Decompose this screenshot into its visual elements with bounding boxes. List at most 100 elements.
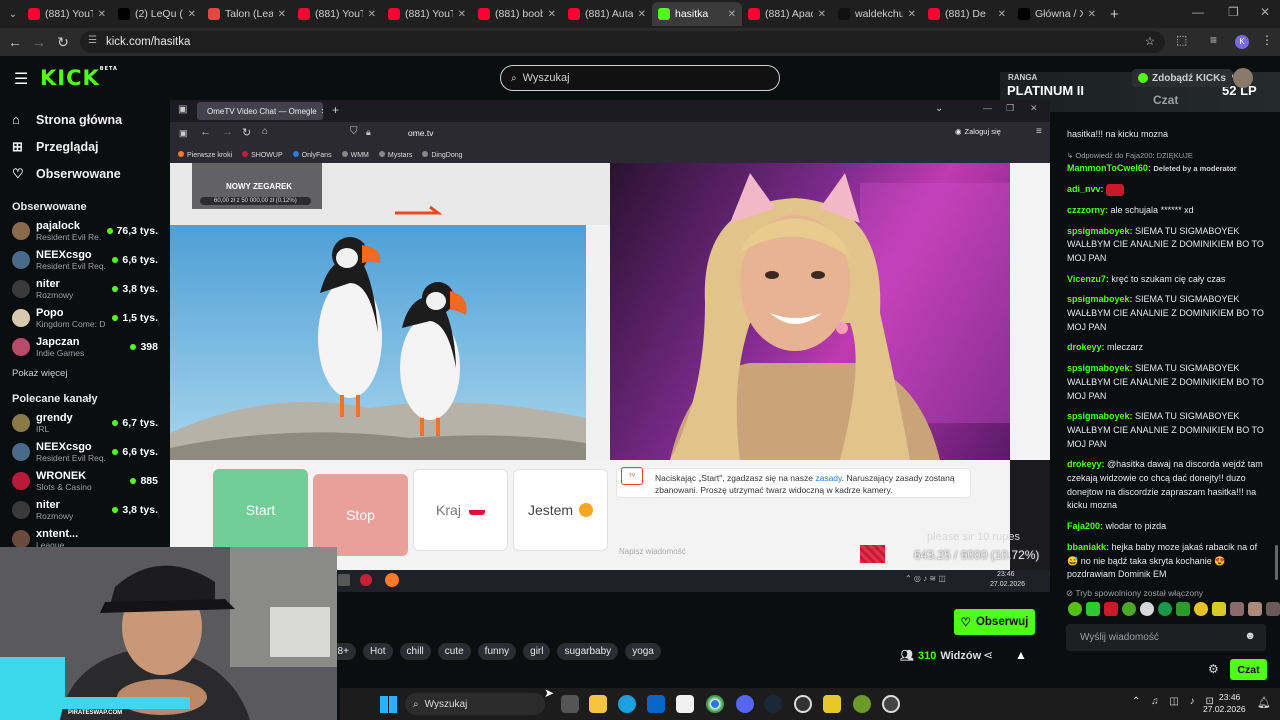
task-view-icon[interactable] <box>561 695 579 713</box>
chat-settings-icon[interactable]: ⚙ <box>1208 662 1219 676</box>
emote-icon[interactable] <box>1266 602 1280 616</box>
stream-player[interactable]: ▣ OmeTV Video Chat — Omegle ✕ + ⌄ — ❐ ✕ … <box>170 100 1050 570</box>
browser-tab[interactable]: (881) De ✕ <box>922 2 1012 26</box>
chrome-icon[interactable] <box>706 695 724 713</box>
app2-icon[interactable] <box>853 695 871 713</box>
stream-tag[interactable]: chill <box>399 643 431 660</box>
outlook-icon[interactable] <box>647 695 665 713</box>
emote-icon[interactable] <box>1230 602 1244 616</box>
chat-send-button[interactable]: Czat <box>1230 659 1267 680</box>
browser-tab[interactable]: (881) YouTu ✕ <box>382 2 472 26</box>
sidebar-channel[interactable]: Popo Kingdom Come: D... 1,5 tys. <box>0 303 170 332</box>
chat-username[interactable]: MammonToCwel60: <box>1067 163 1151 173</box>
store-icon[interactable] <box>676 695 694 713</box>
bookmark-star-icon[interactable]: ☆ <box>1145 34 1155 48</box>
browser-tab[interactable]: (881) YouTu ✕ <box>22 2 112 26</box>
emoji-picker-icon[interactable]: ☻ <box>1244 630 1256 642</box>
sidebar-channel[interactable]: NEEXcsgo Resident Evil Req... 6,6 tys. <box>0 437 170 466</box>
sidebar-nav-item[interactable]: ⌂ Strona główna <box>0 106 170 133</box>
steam-icon[interactable] <box>764 695 782 713</box>
browser-tab[interactable]: waldekchuje ✕ <box>832 2 922 26</box>
sidebar-channel[interactable]: pajalock Resident Evil Re... 76,3 tys. <box>0 216 170 245</box>
app3-icon[interactable] <box>882 695 900 713</box>
emote-icon[interactable] <box>1068 602 1082 616</box>
windows-start-icon[interactable] <box>380 696 397 713</box>
emote-icon[interactable] <box>1158 602 1172 616</box>
sidebar-nav-item[interactable]: ⊞ Przeglądaj <box>0 133 170 160</box>
emote-icon[interactable] <box>1140 602 1154 616</box>
site-info-icon[interactable]: ☰ <box>88 35 97 46</box>
stream-tag[interactable]: girl <box>523 643 551 660</box>
chat-username[interactable]: spsigmaboyek: <box>1067 294 1133 304</box>
obs-icon[interactable] <box>794 695 812 713</box>
emote-icon[interactable] <box>1122 602 1136 616</box>
notification-bell-icon[interactable]: 🔔︎ <box>1257 696 1271 709</box>
kick-search-input[interactable]: ⌕ Wyszukaj <box>500 65 780 91</box>
browser-tab[interactable]: Talon (Leagu ✕ <box>202 2 292 26</box>
browser-tab[interactable]: (2) LeQu (@ ✕ <box>112 2 202 26</box>
emote-icon[interactable] <box>1086 602 1100 616</box>
tab-close-icon[interactable]: ✕ <box>98 9 106 20</box>
sidebar-channel[interactable]: grendy IRL 6,7 tys. <box>0 408 170 437</box>
tab-close-icon[interactable]: ✕ <box>638 9 646 20</box>
chat-username[interactable]: bbaniakk: <box>1067 542 1109 552</box>
browser-tab[interactable]: Główna / X ✕ <box>1012 2 1102 26</box>
discord-icon[interactable] <box>736 695 754 713</box>
extensions-icon[interactable]: ⬚ <box>1176 33 1187 47</box>
emote-icon[interactable] <box>1176 602 1190 616</box>
emote-icon[interactable] <box>1248 602 1262 616</box>
stream-tag[interactable]: yoga <box>625 643 661 660</box>
browser-tab[interactable]: (881) boobs ✕ <box>472 2 562 26</box>
sidebar-nav-item[interactable]: ♡ Obserwowane <box>0 160 170 187</box>
close-window-button[interactable]: ✕ <box>1260 5 1270 19</box>
user-avatar[interactable] <box>1233 68 1253 88</box>
chat-username[interactable]: spsigmaboyek: <box>1067 411 1133 421</box>
chat-scrollbar[interactable] <box>1275 545 1278 580</box>
stream-tag[interactable]: Hot <box>362 643 393 660</box>
chat-username[interactable]: spsigmaboyek: <box>1067 363 1133 373</box>
chat-username[interactable]: spsigmaboyek: <box>1067 226 1133 236</box>
tab-close-icon[interactable]: ✕ <box>548 9 556 20</box>
maximize-window-button[interactable]: ❐ <box>1228 5 1239 19</box>
tab-close-icon[interactable]: ✕ <box>368 9 376 20</box>
sidebar-channel[interactable]: NEEXcsgo Resident Evil Req... 6,6 tys. <box>0 245 170 274</box>
chat-username[interactable]: drokeyy: <box>1067 342 1105 352</box>
chat-username[interactable]: Faja200: <box>1067 521 1103 531</box>
browser-tab[interactable]: hasitka ✕ <box>652 2 742 26</box>
tab-close-icon[interactable]: ✕ <box>1088 9 1096 20</box>
sidebar-channel[interactable]: niter Rozmowy 3,8 tys. <box>0 495 170 524</box>
tab-close-icon[interactable]: ✕ <box>818 9 826 20</box>
url-field[interactable]: ☰ kick.com/hasitka ☆ <box>80 31 1165 53</box>
sidebar-channel[interactable]: niter Rozmowy 3,8 tys. <box>0 274 170 303</box>
tab-close-icon[interactable]: ✕ <box>188 9 196 20</box>
file-explorer-icon[interactable] <box>589 695 607 713</box>
kick-logo[interactable]: KICKBETA <box>40 66 118 90</box>
stream-tag[interactable]: cute <box>437 643 471 660</box>
edge-icon[interactable] <box>618 695 636 713</box>
profile-avatar[interactable]: K <box>1235 35 1249 49</box>
chat-input[interactable]: Wyślij wiadomość ☻ <box>1066 624 1266 651</box>
show-more-link[interactable]: Pokaż więcej <box>0 368 170 379</box>
tab-close-icon[interactable]: ✕ <box>908 9 916 20</box>
chat-username[interactable]: czzzorny: <box>1067 205 1108 215</box>
stream-tag[interactable]: sugarbaby <box>557 643 619 660</box>
hamburger-menu-icon[interactable]: ☰ <box>14 69 28 89</box>
emote-icon[interactable] <box>1212 602 1226 616</box>
back-icon[interactable]: ← <box>3 30 27 54</box>
forward-icon[interactable]: → <box>27 30 51 54</box>
reload-icon[interactable]: ↻ <box>51 30 75 54</box>
app-icon[interactable] <box>823 695 841 713</box>
browser-tab[interactable]: (881) YouTu ✕ <box>292 2 382 26</box>
sidebar-channel[interactable]: Japczan Indie Games 398 <box>0 332 170 361</box>
share-icon[interactable]: ⋖ <box>983 648 993 662</box>
follow-button[interactable]: ♡ Obserwuj <box>954 609 1035 635</box>
tab-list-icon[interactable]: ⌄ <box>4 9 22 20</box>
chat-username[interactable]: adi_nvv: <box>1067 184 1104 194</box>
get-kicks-button[interactable]: Zdobądź KICKs <box>1132 69 1232 87</box>
browser-menu-icon[interactable]: ⋮ <box>1261 33 1273 47</box>
chat-username[interactable]: Vicenzu7: <box>1067 274 1109 284</box>
media-icon[interactable]: ≡ <box>1210 33 1217 47</box>
report-icon[interactable]: ▲ <box>1015 648 1027 662</box>
tab-close-icon[interactable]: ✕ <box>728 9 736 20</box>
chat-username[interactable]: drokeyy: <box>1067 459 1105 469</box>
